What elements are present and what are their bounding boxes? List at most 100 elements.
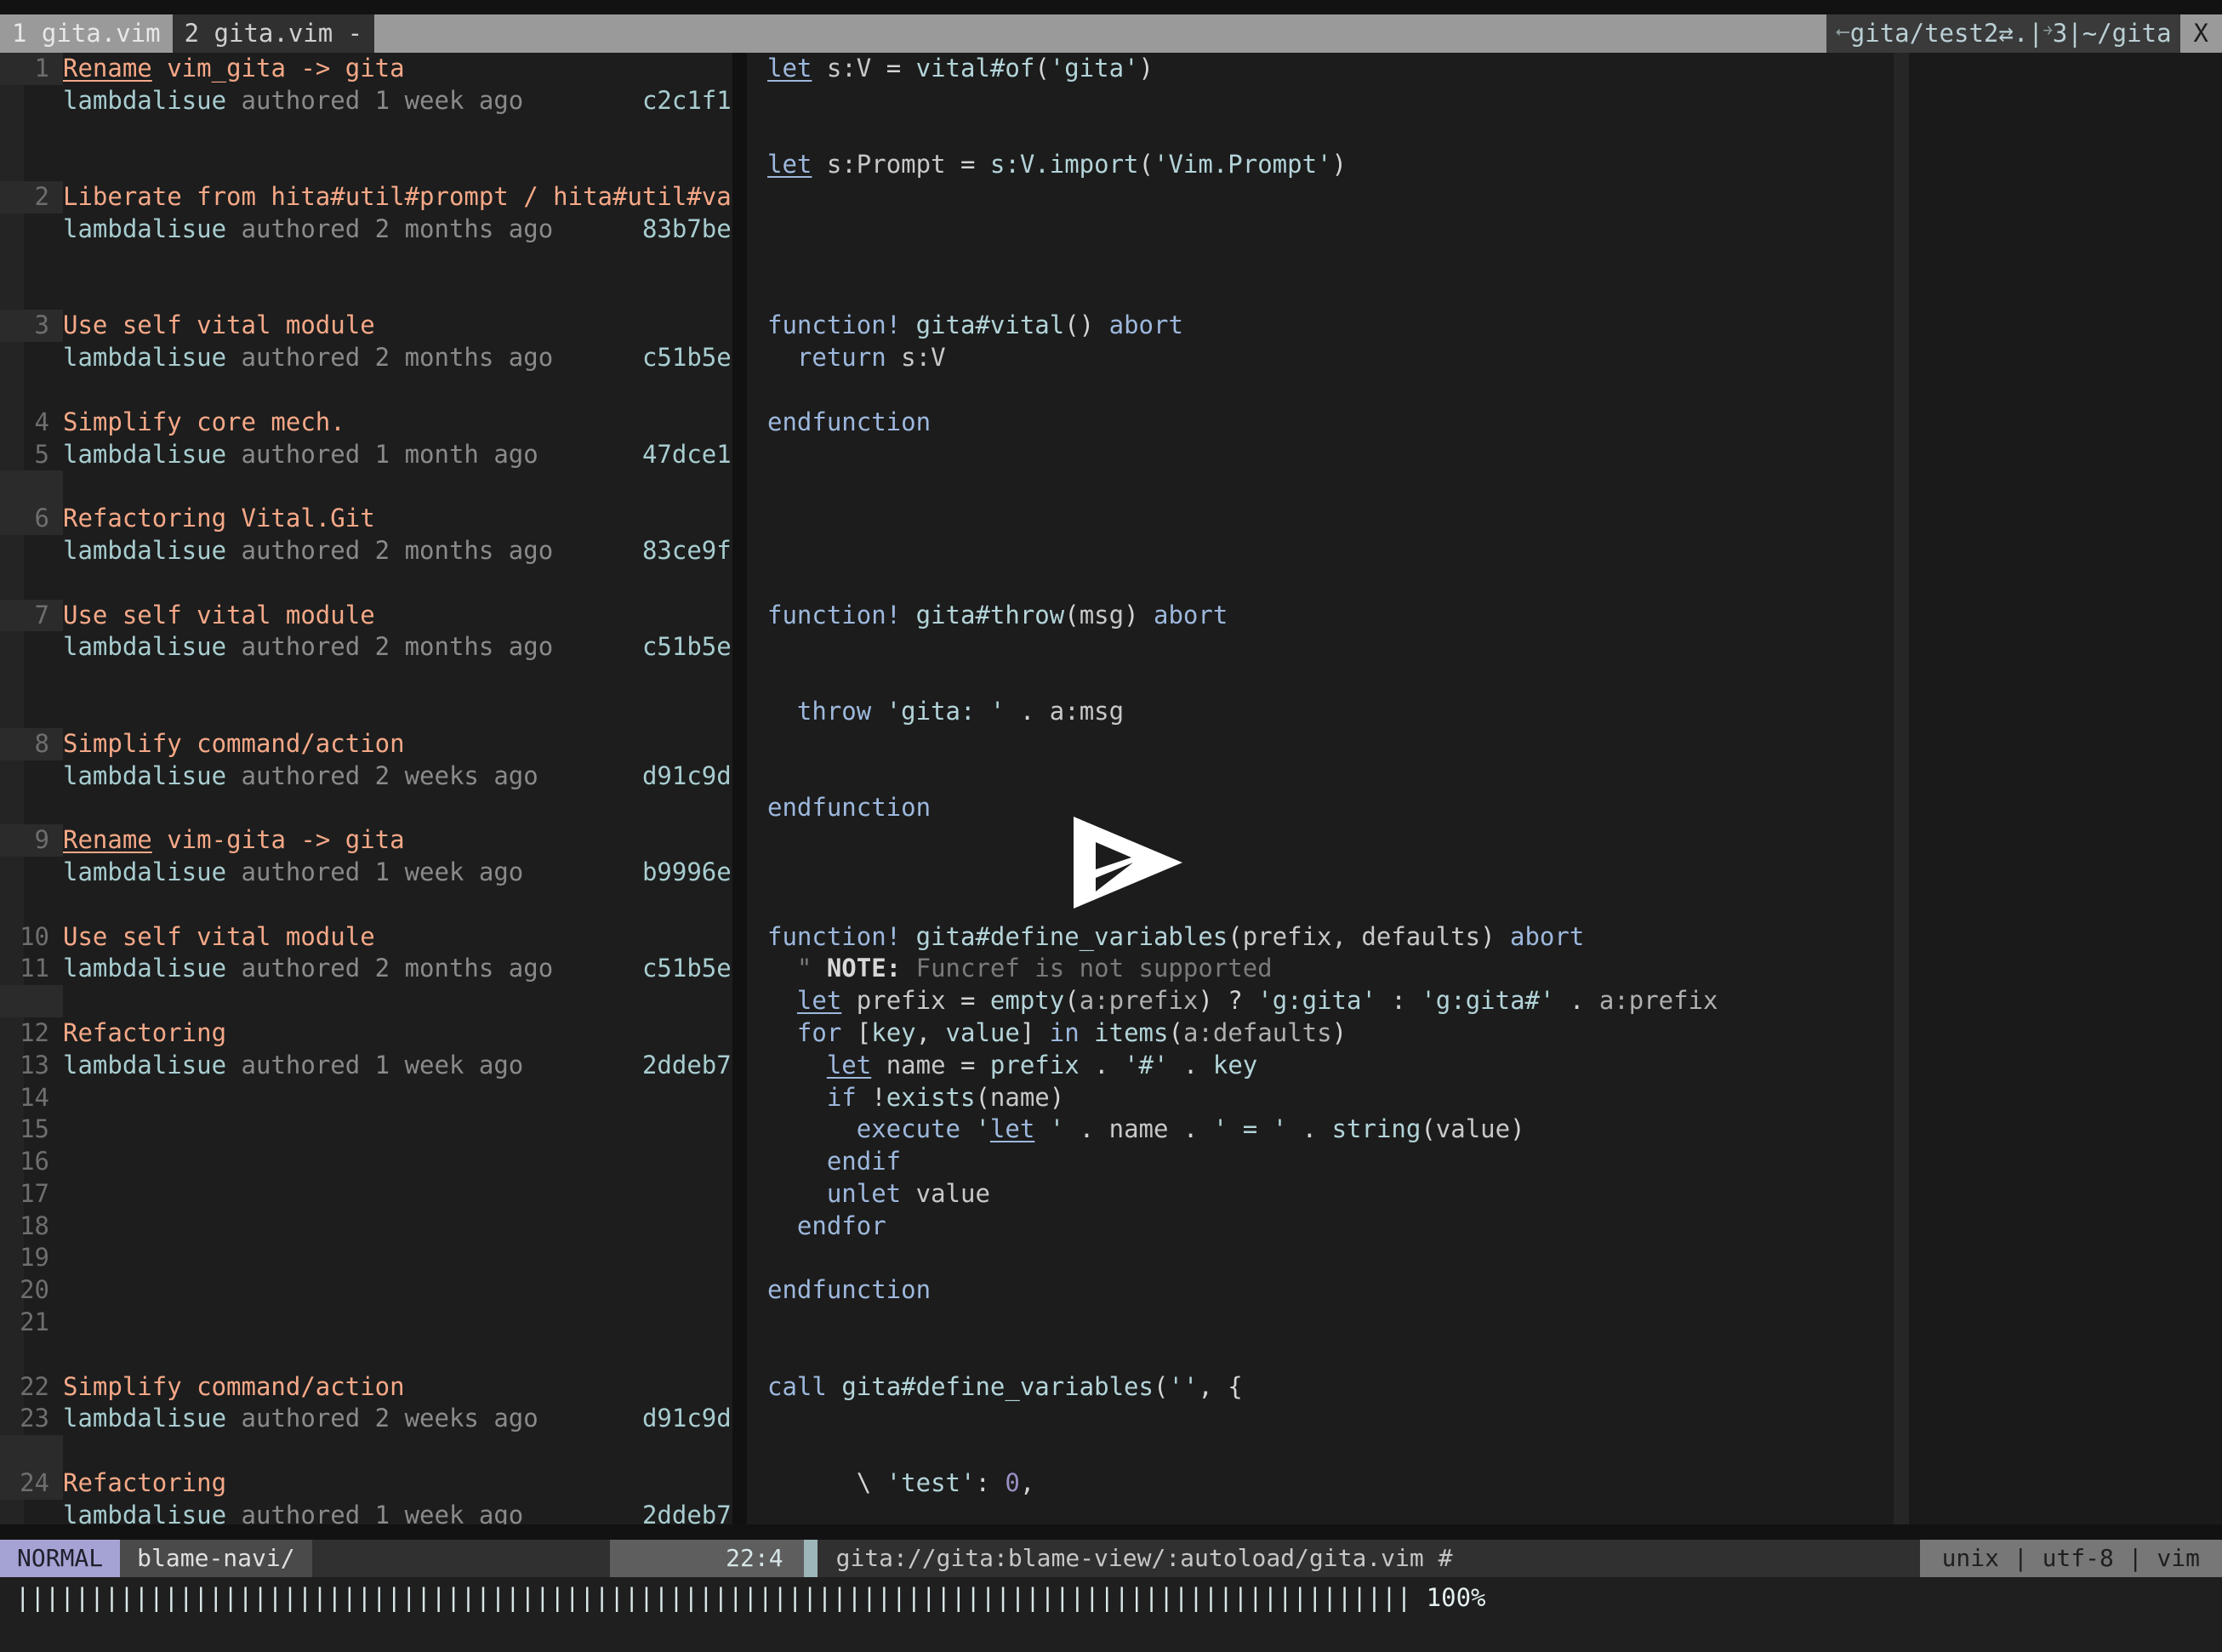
vertical-split-separator[interactable] — [732, 53, 747, 1524]
code-line[interactable] — [747, 117, 1900, 150]
code-line[interactable] — [747, 439, 1900, 471]
code-line[interactable] — [747, 503, 1900, 535]
blame-view-code-pane[interactable]: let s:V = vital#of('gita') let s:Prompt … — [747, 53, 1900, 1524]
asciinema-play-icon[interactable] — [1074, 817, 1182, 909]
blame-row[interactable]: 13 lambdalisue authored 1 week ago 2ddeb7… — [0, 1050, 732, 1082]
blame-row[interactable] — [0, 374, 732, 407]
blame-row[interactable]: 4 Simplify core mech. — [0, 407, 732, 439]
blame-row[interactable]: lambdalisue authored 2 months ago 83b7be… — [0, 214, 732, 246]
code-line[interactable] — [747, 824, 1900, 857]
blame-row[interactable]: 24 Refactoring — [0, 1467, 732, 1500]
blame-row[interactable]: 15 — [0, 1114, 732, 1146]
blame-row[interactable] — [0, 889, 732, 921]
code-line[interactable]: let prefix = empty(a:prefix) ? 'g:gita' … — [747, 985, 1900, 1017]
blame-row[interactable]: 3 Use self vital module — [0, 310, 732, 343]
code-token-op: ( — [1153, 1371, 1169, 1401]
code-line[interactable]: execute 'let ' . name . ' = ' . string(v… — [747, 1114, 1900, 1146]
tab-2-gita-vim[interactable]: 2 gita.vim - — [172, 14, 375, 53]
code-line[interactable] — [747, 1339, 1900, 1371]
blame-row[interactable] — [0, 664, 732, 696]
blame-row[interactable] — [0, 1339, 732, 1371]
code-line[interactable] — [747, 85, 1900, 117]
code-line[interactable] — [747, 470, 1900, 503]
code-line[interactable]: let s:V = vital#of('gita') — [747, 53, 1900, 85]
code-line[interactable]: endfor — [747, 1211, 1900, 1243]
blame-row[interactable]: 7 Use self vital module — [0, 599, 732, 632]
code-line[interactable] — [747, 374, 1900, 407]
blame-row[interactable]: lambdalisue authored 2 weeks ago d91c9da — [0, 760, 732, 793]
code-line[interactable]: " NOTE: Funcref is not supported — [747, 953, 1900, 985]
blame-row[interactable]: 10 Use self vital module — [0, 921, 732, 954]
blame-row[interactable]: 19 — [0, 1242, 732, 1274]
blame-row[interactable] — [0, 1435, 732, 1468]
code-line[interactable]: endif — [747, 1146, 1900, 1178]
blame-row[interactable] — [0, 567, 732, 600]
code-line[interactable] — [747, 857, 1900, 889]
blame-row[interactable]: 6 Refactoring Vital.Git — [0, 503, 732, 535]
blame-row[interactable]: 22 Simplify command/action — [0, 1371, 732, 1404]
blame-row[interactable]: 5 lambdalisue authored 1 month ago 47dce1… — [0, 439, 732, 471]
blame-row[interactable] — [0, 246, 732, 278]
code-line[interactable] — [747, 728, 1900, 760]
blame-row[interactable] — [0, 149, 732, 181]
blame-row[interactable]: lambdalisue authored 1 week ago c2c1f1b — [0, 85, 732, 117]
code-line[interactable] — [747, 246, 1900, 278]
blame-row[interactable] — [0, 470, 732, 504]
blame-row[interactable]: 12 Refactoring — [0, 1017, 732, 1050]
blame-row[interactable]: 8 Simplify command/action — [0, 727, 732, 760]
code-line[interactable] — [747, 567, 1900, 600]
code-line[interactable] — [747, 1403, 1900, 1435]
code-line[interactable] — [747, 1307, 1900, 1339]
code-line[interactable]: function! gita#throw(msg) abort — [747, 600, 1900, 632]
blame-row[interactable]: 20 — [0, 1274, 732, 1307]
blame-row[interactable]: lambdalisue authored 2 months ago 83ce9f… — [0, 535, 732, 567]
code-line[interactable] — [747, 535, 1900, 567]
blame-navi-pane[interactable]: 1 Rename vim_gita -> gita lambdalisue auth… — [0, 53, 732, 1524]
close-tab-button[interactable]: X — [2179, 14, 2222, 53]
code-line[interactable]: if !exists(name) — [747, 1082, 1900, 1114]
blame-row[interactable]: lambdalisue authored 2 months ago c51b5e… — [0, 631, 732, 664]
code-line[interactable] — [747, 1435, 1900, 1467]
code-line[interactable]: for [key, value] in items(a:defaults) — [747, 1017, 1900, 1050]
blame-row[interactable]: 2 Liberate from hita#util#prompt / hita#u… — [0, 181, 732, 214]
code-line[interactable]: \ 'test': 0, — [747, 1467, 1900, 1500]
code-line[interactable] — [747, 631, 1900, 664]
code-line[interactable]: let s:Prompt = s:V.import('Vim.Prompt') — [747, 149, 1900, 181]
code-line[interactable]: endfunction — [747, 792, 1900, 824]
code-line[interactable]: unlet value — [747, 1178, 1900, 1211]
code-token-idn: name — [1108, 1114, 1169, 1144]
code-line[interactable]: throw 'gita: ' . a:msg — [747, 696, 1900, 728]
blame-row[interactable]: 18 — [0, 1211, 732, 1243]
code-line[interactable]: let name = prefix . '#' . key — [747, 1050, 1900, 1082]
blame-row[interactable]: 21 — [0, 1307, 732, 1339]
blame-row[interactable] — [0, 117, 732, 150]
blame-row[interactable] — [0, 696, 732, 728]
blame-row[interactable] — [0, 792, 732, 824]
code-line[interactable]: function! gita#define_variables(prefix, … — [747, 921, 1900, 954]
code-line[interactable]: endfunction — [747, 1274, 1900, 1307]
blame-row[interactable]: 14 — [0, 1082, 732, 1114]
code-line[interactable]: endfunction — [747, 407, 1900, 439]
blame-row[interactable]: 17 — [0, 1178, 732, 1211]
blame-row[interactable]: lambdalisue authored 1 week ago 2ddeb7f — [0, 1500, 732, 1524]
code-line[interactable] — [747, 214, 1900, 246]
blame-row[interactable]: 1 Rename vim_gita -> gita — [0, 53, 732, 85]
blame-row[interactable]: 16 — [0, 1146, 732, 1178]
code-line[interactable]: return s:V — [747, 342, 1900, 374]
blame-row[interactable]: 11 lambdalisue authored 2 months ago c51b… — [0, 953, 732, 985]
code-line[interactable] — [747, 760, 1900, 793]
blame-row[interactable]: lambdalisue authored 1 week ago b9996e2 — [0, 857, 732, 889]
blame-row[interactable] — [0, 985, 732, 1017]
code-line[interactable] — [747, 664, 1900, 696]
blame-row[interactable]: lambdalisue authored 2 months ago c51b5e… — [0, 342, 732, 374]
blame-row[interactable]: 23 lambdalisue authored 2 weeks ago d91c9… — [0, 1403, 732, 1435]
code-line[interactable]: call gita#define_variables('', { — [747, 1371, 1900, 1404]
code-line[interactable] — [747, 1242, 1900, 1274]
code-line[interactable]: function! gita#vital() abort — [747, 310, 1900, 342]
code-line[interactable] — [747, 278, 1900, 310]
tab-1-gita-vim[interactable]: 1 gita.vim — [0, 14, 173, 53]
blame-row[interactable] — [0, 278, 732, 310]
code-line[interactable] — [747, 889, 1900, 921]
blame-row[interactable]: 9 Rename vim-gita -> gita — [0, 824, 732, 857]
code-line[interactable] — [747, 181, 1900, 214]
